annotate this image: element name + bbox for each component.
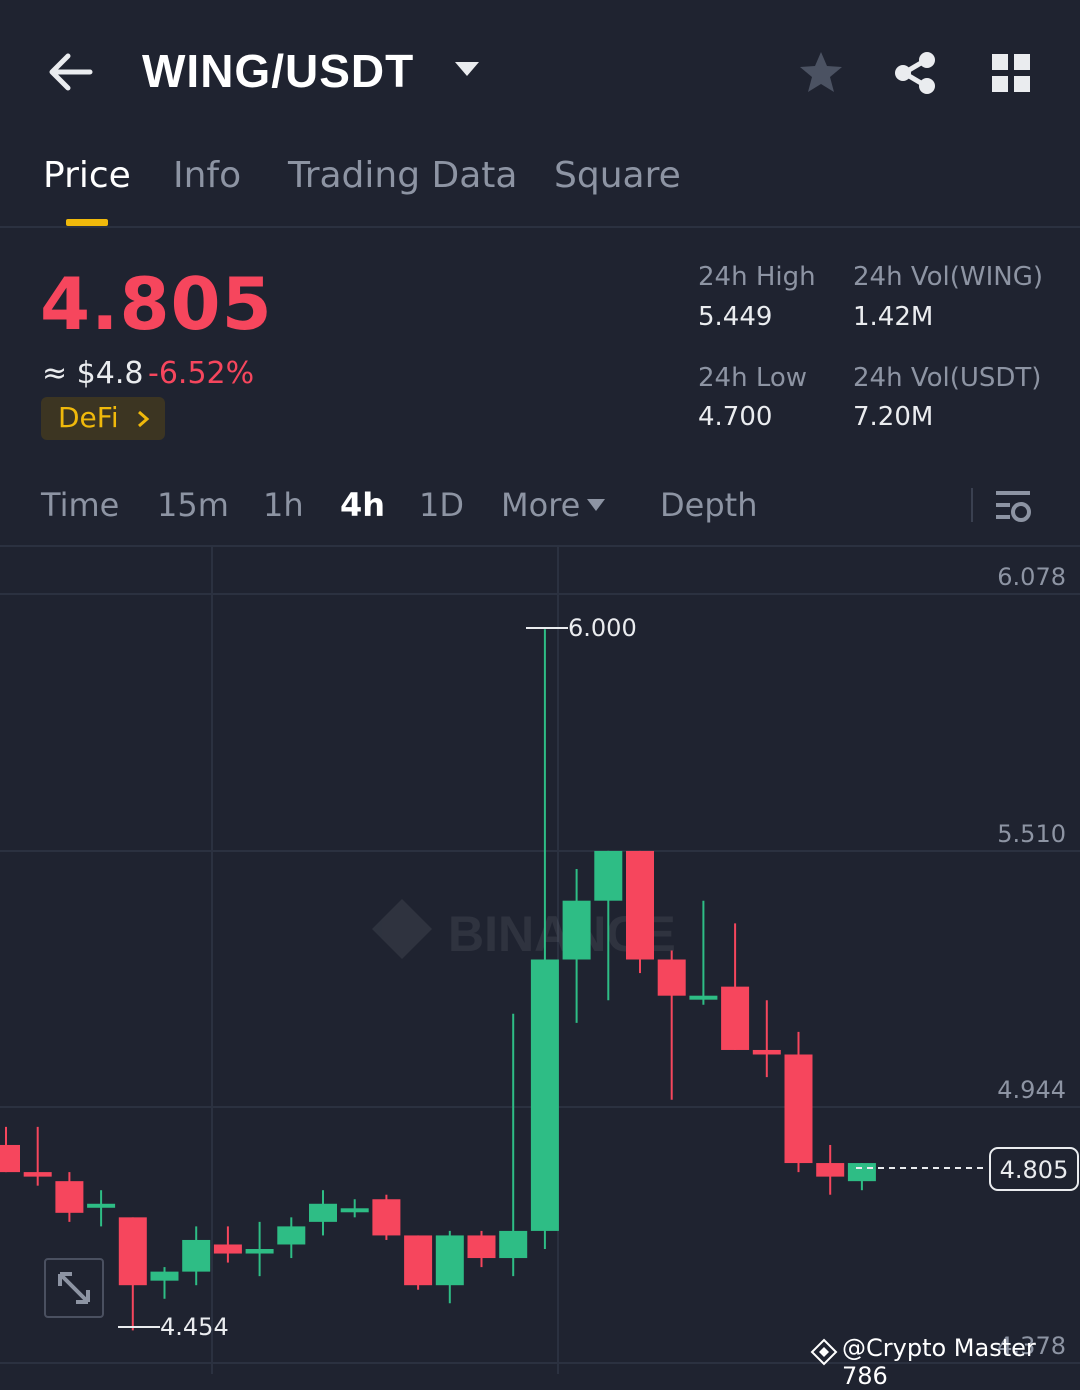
interval-15m[interactable]: 15m bbox=[157, 486, 229, 524]
interval-1h[interactable]: 1h bbox=[263, 486, 304, 524]
back-arrow-icon[interactable] bbox=[46, 50, 94, 94]
high-value: 5.449 bbox=[698, 302, 773, 332]
interval-depth[interactable]: Depth bbox=[660, 486, 757, 524]
divider bbox=[0, 226, 1080, 228]
tab-info[interactable]: Info bbox=[173, 155, 241, 196]
candle-down bbox=[657, 959, 686, 996]
caret-down-icon[interactable] bbox=[586, 498, 606, 512]
candle-up bbox=[182, 1239, 211, 1272]
defi-tag-label: DeFi bbox=[58, 401, 119, 434]
interval-1d[interactable]: 1D bbox=[419, 486, 464, 524]
candle-up bbox=[309, 1203, 337, 1222]
interval-4h[interactable]: 4h bbox=[340, 486, 385, 524]
candle-up bbox=[594, 850, 623, 901]
vol-quote-value: 7.20M bbox=[853, 402, 934, 432]
candle-down bbox=[784, 1054, 813, 1164]
chevron-right-icon bbox=[138, 410, 150, 428]
candle-up bbox=[562, 900, 591, 960]
low-marker-label: 4.454 bbox=[160, 1313, 229, 1341]
candle-up bbox=[530, 959, 559, 1231]
candle-up bbox=[277, 1226, 306, 1245]
candle-up bbox=[689, 995, 718, 1000]
tab-square[interactable]: Square bbox=[554, 155, 681, 196]
grid-icon[interactable] bbox=[990, 52, 1032, 94]
candle-up bbox=[245, 1249, 274, 1254]
candle-up bbox=[499, 1230, 528, 1259]
candle-down bbox=[816, 1163, 845, 1177]
last-price: 4.805 bbox=[40, 262, 273, 346]
price-change-percent: -6.52% bbox=[148, 356, 255, 391]
candle-down bbox=[213, 1244, 242, 1254]
candle-up bbox=[435, 1235, 464, 1286]
tab-price[interactable]: Price bbox=[43, 155, 131, 196]
candle-down bbox=[372, 1199, 401, 1236]
candle-down bbox=[118, 1217, 147, 1286]
candle-up bbox=[847, 1163, 876, 1182]
candle-down bbox=[0, 1144, 20, 1173]
vol-base-value: 1.42M bbox=[853, 302, 934, 332]
active-tab-indicator bbox=[66, 219, 108, 226]
low-value: 4.700 bbox=[698, 402, 773, 432]
credit-text: @Crypto Master 786 bbox=[842, 1334, 1036, 1390]
expand-chart-button[interactable] bbox=[44, 1258, 104, 1318]
vol-quote-label: 24h Vol(USDT) bbox=[853, 363, 1042, 393]
high-marker-label: 6.000 bbox=[568, 614, 637, 642]
candlestick-chart[interactable]: BINANCE 6.078 5.510 4.944 4.378 6.000 4.… bbox=[0, 547, 1080, 1374]
candle-down bbox=[626, 850, 654, 960]
low-label: 24h Low bbox=[698, 363, 808, 393]
candle-down bbox=[55, 1181, 84, 1213]
candle-down bbox=[23, 1172, 52, 1177]
divider bbox=[971, 488, 973, 522]
interval-more[interactable]: More bbox=[501, 486, 580, 524]
y-axis-tick: 6.078 bbox=[997, 563, 1066, 591]
interval-time[interactable]: Time bbox=[41, 486, 119, 524]
caret-down-icon[interactable] bbox=[452, 58, 482, 80]
current-price-label: 4.805 bbox=[1000, 1156, 1069, 1184]
y-axis-tick: 4.944 bbox=[997, 1076, 1066, 1104]
tab-trading-data[interactable]: Trading Data bbox=[288, 155, 517, 196]
candle-up bbox=[150, 1271, 179, 1281]
y-axis-tick: 5.510 bbox=[997, 820, 1066, 848]
binance-logo-icon bbox=[810, 1338, 838, 1366]
candle-up bbox=[340, 1208, 369, 1213]
candle-up bbox=[87, 1203, 116, 1208]
star-icon[interactable] bbox=[798, 50, 844, 94]
candle-down bbox=[721, 986, 750, 1050]
vol-base-label: 24h Vol(WING) bbox=[853, 262, 1043, 292]
expand-icon bbox=[58, 1272, 90, 1304]
chart-settings-icon[interactable] bbox=[994, 487, 1032, 525]
candle-down bbox=[752, 1049, 781, 1055]
high-label: 24h High bbox=[698, 262, 816, 292]
candle-down bbox=[404, 1235, 433, 1286]
usd-equivalent: ≈ $4.8 bbox=[42, 356, 144, 391]
pair-title[interactable]: WING/USDT bbox=[142, 44, 414, 98]
share-icon[interactable] bbox=[892, 50, 938, 96]
candle-down bbox=[467, 1235, 496, 1259]
